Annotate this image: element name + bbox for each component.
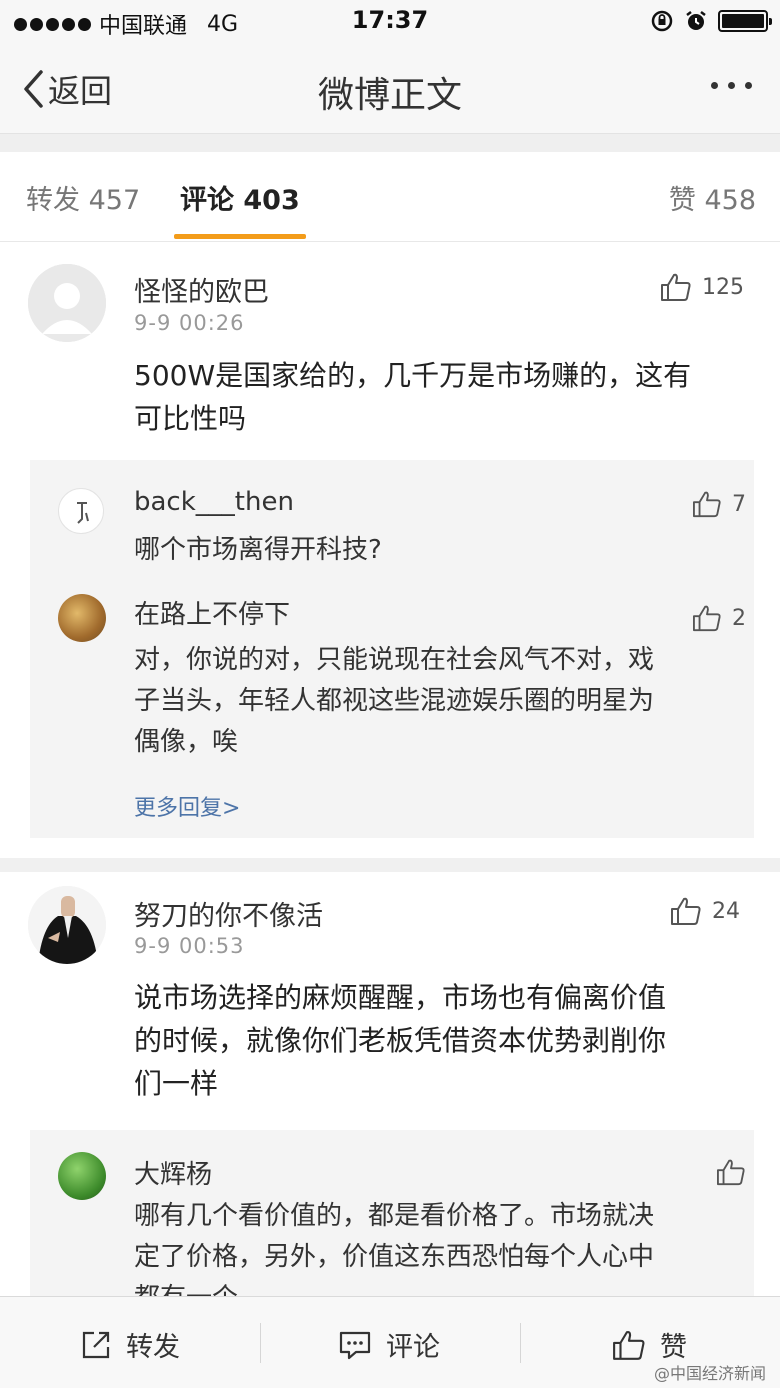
comment-text: 说市场选择的麻烦醒醒，市场也有偏离价值 的时候，就像你们老板凭借资本优势剥削你 … [134,976,666,1105]
comment-text-line: 们一样 [134,1067,219,1100]
alarm-icon [686,11,706,30]
comment-like-button[interactable]: 125 [660,272,744,302]
like-count: 2 [732,605,746,631]
share-icon [82,1331,110,1358]
tab-bar: 转发 457 评论 403 赞 458 [0,152,780,242]
comment-icon [339,1331,371,1359]
comment-text: 500W是国家给的，几千万是市场赚的，这有 可比性吗 [134,354,691,440]
thumbs-up-icon [693,605,721,632]
comment-text-line: 可比性吗 [134,402,247,435]
thumbs-up-icon [693,491,721,518]
reply-username[interactable]: 在路上不停下 [134,594,290,631]
comment-text-line: 的时候，就像你们老板凭借资本优势剥削你 [134,1024,667,1057]
avatar[interactable] [58,1152,106,1200]
reply-text-line: 偶像，唉 [134,727,239,757]
more-replies-link[interactable]: 更多回复> [134,790,240,822]
status-bar: 中国联通 4G 17:37 [0,0,780,44]
avatar[interactable] [58,594,106,642]
reply-like-button[interactable]: 2 [692,604,746,632]
more-options-button[interactable] [711,82,752,89]
reply-text-line: 定了价格，另外，价值这东西恐怕每个人心中 [134,1242,655,1272]
reply-text-line: 都有一个 [134,1278,654,1296]
avatar[interactable] [28,886,106,964]
like-count: 125 [702,274,744,300]
reply-text-line: 哪有几个看价值的，都是看价格了。市场就决 [134,1201,655,1231]
reply-box: 大辉杨 哪有几个看价值的，都是看价格了。市场就决 定了价格，另外，价值这东西恐怕… [30,1130,754,1296]
avatar[interactable] [58,488,104,534]
active-tab-indicator [174,234,306,239]
reply-text: 对，你说的对，只能说现在社会风气不对，戏 子当头，年轻人都视这些混迹娱乐圈的明星… [134,640,654,763]
reply-text-line: 子当头，年轻人都视这些混迹娱乐圈的明星为 [134,686,655,716]
thumbs-up-icon [717,1159,745,1186]
thumbs-up-icon [661,273,691,301]
page-title: 微博正文 [317,75,462,116]
reply-text: 哪个市场离得开科技? [134,530,382,571]
user-avatar-icon [77,502,89,524]
more-dot [745,82,752,89]
like-button[interactable]: 赞 [612,1325,687,1364]
reply-username[interactable]: 大辉杨 [134,1154,212,1191]
avatar[interactable] [28,264,106,342]
toolbar-divider [260,1323,261,1363]
tab-repost[interactable]: 转发 457 [26,178,140,217]
comment-button[interactable]: 评论 [338,1325,440,1364]
comment-time: 9-9 00:26 [134,311,245,335]
thumbs-up-icon [671,897,701,925]
comment-like-button[interactable]: 24 [670,896,740,926]
comment-label: 评论 [386,1332,440,1363]
reply-like-button[interactable] [716,1158,754,1186]
battery-icon [718,10,772,32]
comment-divider [0,858,780,872]
reply-like-button[interactable]: 7 [692,490,746,518]
nav-bar: 返回 微博正文 [0,44,780,134]
status-right [650,9,772,33]
repost-button[interactable]: 转发 [80,1325,180,1364]
watermark: @中国经济新闻 [653,1364,766,1383]
reply-text-line: 对，你说的对，只能说现在社会风气不对，戏 [134,645,655,675]
default-avatar-icon [28,264,106,342]
user-photo-icon [28,886,106,964]
comment-username[interactable]: 努刀的你不像活 [134,894,323,933]
like-count: 7 [732,491,746,517]
reply-text-line: 哪个市场离得开科技? [134,535,382,565]
comment-text-line: 500W是国家给的，几千万是市场赚的，这有 [134,359,692,392]
like-count: 24 [712,898,740,924]
tab-like[interactable]: 赞 458 [669,178,756,217]
comment-username[interactable]: 怪怪的欧巴 [134,270,269,309]
rotation-lock-icon [651,10,673,32]
more-dot [711,82,718,89]
comment-time: 9-9 00:53 [134,934,245,958]
reply-text: 哪有几个看价值的，都是看价格了。市场就决 定了价格，另外，价值这东西恐怕每个人心… [134,1196,654,1296]
section-gap [0,134,780,152]
like-label: 赞 [660,1332,687,1363]
more-dot [728,82,735,89]
repost-label: 转发 [126,1332,180,1363]
tab-comment[interactable]: 评论 403 [180,178,300,217]
comment-text-line: 说市场选择的麻烦醒醒，市场也有偏离价值 [134,981,667,1014]
thumbs-up-icon [613,1330,645,1360]
reply-username[interactable]: back___then [134,487,294,517]
reply-box: back___then 7 哪个市场离得开科技? 在路上不停下 2 对，你说的对… [30,460,754,838]
toolbar-divider [520,1323,521,1363]
